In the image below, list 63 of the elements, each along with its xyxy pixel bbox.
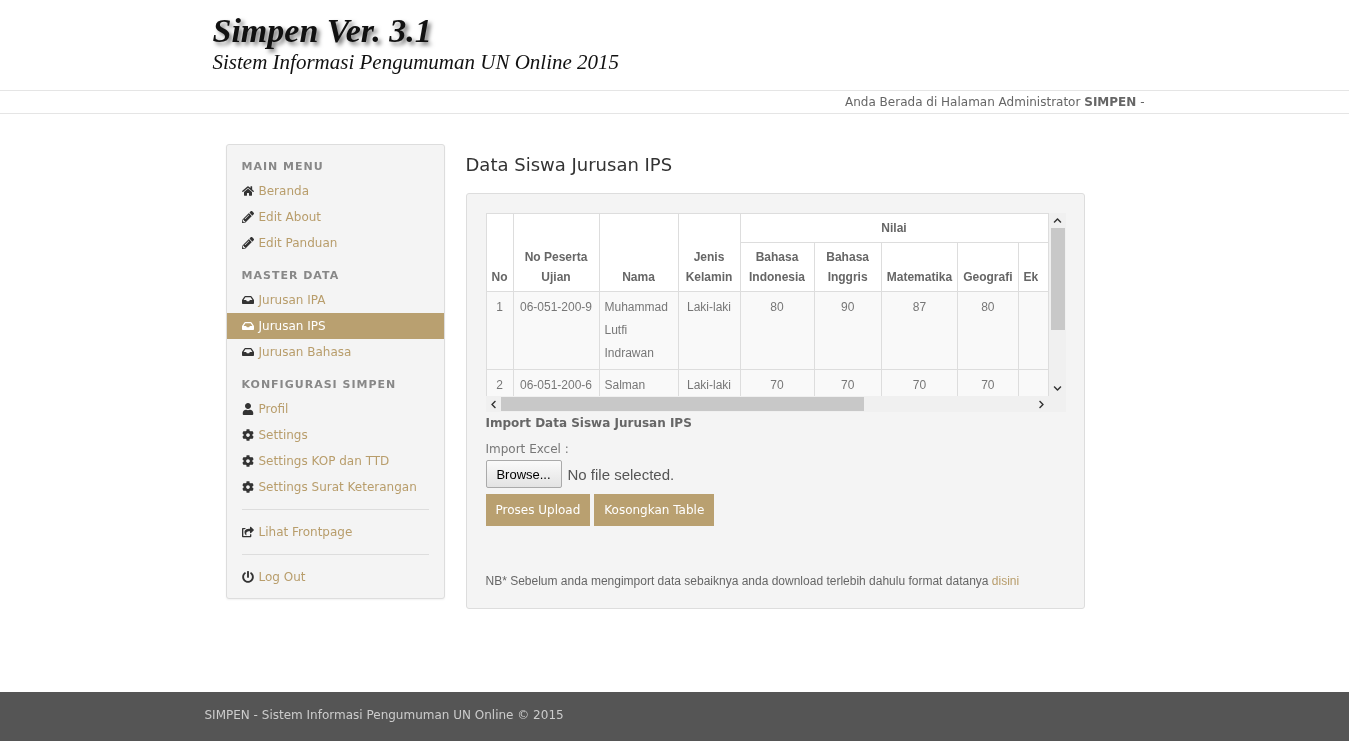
table-header: No Peserta Ujian xyxy=(513,213,599,292)
home-icon xyxy=(241,185,254,197)
pencil-icon xyxy=(241,237,254,249)
table-cell: 2 xyxy=(486,369,513,396)
field-label: Import Excel : xyxy=(485,442,570,456)
settings-icon xyxy=(241,429,254,441)
table-cell: 90 xyxy=(814,291,882,370)
download-link[interactable]: disini xyxy=(991,574,1020,588)
sidebar-item[interactable]: Beranda xyxy=(226,178,444,204)
table-header: Bahasa Inggris xyxy=(814,242,882,292)
inbox-icon xyxy=(241,320,254,332)
sidebar-item[interactable]: Edit About xyxy=(226,204,444,230)
power-icon xyxy=(241,571,254,583)
table-header: Ek xyxy=(1018,242,1048,292)
sidebar-item[interactable]: Jurusan Bahasa xyxy=(226,339,444,365)
logo-title: Simpen Ver. 3.1 xyxy=(212,12,432,50)
sidebar-item[interactable]: Jurusan IPS xyxy=(226,313,444,339)
sidebar-heading: MASTER DATA xyxy=(240,268,341,284)
upload-button[interactable]: Proses Upload xyxy=(485,494,591,526)
sidebar-item[interactable]: Settings KOP dan TTD xyxy=(226,448,444,474)
inbox-icon xyxy=(241,346,254,358)
settings-icon xyxy=(241,481,254,493)
table-cell: 87 xyxy=(881,291,958,370)
footer-text: SIMPEN - Sistem Informasi Pengumuman UN Online © 2015 xyxy=(204,707,565,724)
table-header: Geografi xyxy=(957,242,1018,292)
section-title: Import Data Siswa Jurusan IPS xyxy=(485,416,693,430)
sidebar-item[interactable]: Lihat Frontpage xyxy=(226,519,444,545)
table-cell: Salman xyxy=(599,369,678,396)
table-header: Jenis Kelamin xyxy=(678,213,740,292)
browse-button[interactable]: Browse... xyxy=(485,460,562,488)
table-header: Nilai xyxy=(740,213,1048,243)
table-header: Nama xyxy=(599,213,678,292)
user-icon xyxy=(241,403,254,415)
sidebar-item[interactable]: Jurusan IPA xyxy=(226,287,444,313)
table-cell: 06-051-200-6 xyxy=(513,369,599,396)
sidebar-heading: MAIN MENU xyxy=(240,159,325,175)
sidebar-item[interactable]: Profil xyxy=(226,396,444,422)
table-cell: 70 xyxy=(740,369,814,396)
breadcrumb-text: Anda Berada di Halaman Administrator SIMPEN - xyxy=(844,94,1145,111)
file-status: No file selected. xyxy=(567,465,675,483)
table-cell: 80 xyxy=(740,291,814,370)
sidebar-item[interactable]: Edit Panduan xyxy=(226,230,444,256)
pencil-icon xyxy=(241,211,254,223)
sidebar-item[interactable]: Log Out xyxy=(226,564,444,590)
table-header: Bahasa Indonesia xyxy=(740,242,814,292)
table-cell: 1 xyxy=(486,291,513,370)
sidebar-item[interactable]: Settings xyxy=(226,422,444,448)
table-cell: 70 xyxy=(881,369,958,396)
table-header: Matematika xyxy=(881,242,958,292)
logo-subtitle: Sistem Informasi Pengumuman UN Online 2015 xyxy=(212,50,620,75)
settings-icon xyxy=(241,455,254,467)
clear-table-button[interactable]: Kosongkan Table xyxy=(594,494,715,526)
share-icon xyxy=(241,526,254,538)
table-cell: Muhammad Lutfi Indrawan xyxy=(599,291,678,370)
sidebar-item[interactable]: Settings Surat Keterangan xyxy=(226,474,444,500)
table-cell: Laki-laki xyxy=(678,291,740,370)
table-cell: 06-051-200-9 xyxy=(513,291,599,370)
table-cell: 80 xyxy=(957,291,1018,370)
sidebar-heading: KONFIGURASI SIMPEN xyxy=(240,377,398,393)
inbox-icon xyxy=(241,294,254,306)
page-title: Data Siswa Jurusan IPS xyxy=(465,154,674,175)
table-header: No xyxy=(486,213,513,292)
note-text: NB* Sebelum anda mengimport data sebaiknya anda download terlebih dahulu format datanya disini xyxy=(485,574,1021,588)
